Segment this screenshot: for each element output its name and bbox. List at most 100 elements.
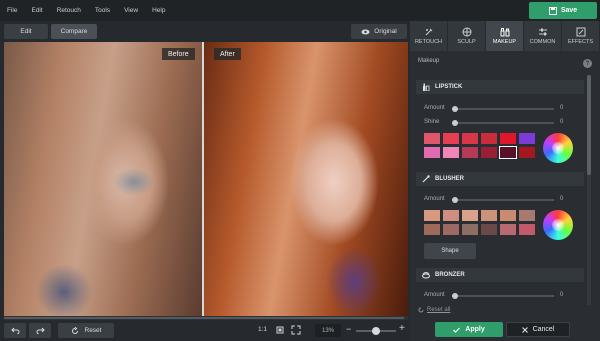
blusher-amount-slider[interactable] — [454, 199, 554, 201]
lipstick-swatch[interactable] — [424, 133, 440, 144]
tab-effects[interactable]: EFFECTS — [562, 21, 600, 51]
blusher-swatch[interactable] — [519, 210, 535, 221]
save-icon — [548, 6, 557, 15]
lipstick-swatch[interactable] — [462, 133, 478, 144]
tab-retouch-label: RETOUCH — [414, 39, 443, 45]
lipstick-swatch[interactable] — [481, 133, 497, 144]
blusher-color-wheel[interactable] — [543, 210, 573, 240]
tab-retouch[interactable]: RETOUCH — [410, 21, 448, 51]
redo-button[interactable] — [29, 323, 51, 338]
blusher-shape-button[interactable]: Shape — [424, 243, 476, 259]
lipstick-amount-label: Amount — [424, 105, 445, 111]
blusher-amount-value: 0 — [560, 196, 564, 202]
menu-retouch[interactable]: Retouch — [50, 7, 88, 14]
lipstick-swatch[interactable] — [424, 147, 440, 158]
lipstick-swatch[interactable] — [519, 133, 535, 144]
zoom-out-button[interactable]: − — [346, 324, 351, 334]
lipstick-shine-handle[interactable] — [452, 120, 458, 126]
undo-button[interactable] — [4, 323, 26, 338]
save-button[interactable]: Save — [529, 2, 597, 19]
tab-common-label: COMMON — [529, 39, 556, 45]
lipstick-shine-label: Shine — [424, 119, 440, 125]
lipstick-swatch[interactable] — [443, 133, 459, 144]
fit-screen-icon[interactable] — [275, 325, 285, 335]
fullscreen-icon[interactable] — [291, 325, 301, 335]
menu-edit[interactable]: Edit — [24, 7, 49, 14]
lipstick-swatch[interactable] — [443, 147, 459, 158]
compare-button[interactable]: Compare — [51, 24, 97, 39]
blusher-swatch[interactable] — [500, 210, 516, 221]
menu-view[interactable]: View — [117, 7, 145, 14]
compare-divider[interactable] — [202, 42, 204, 316]
menu-tools[interactable]: Tools — [88, 7, 117, 14]
bronzer-icon — [422, 272, 430, 279]
lipstick-color-wheel[interactable] — [543, 133, 573, 163]
reset-button[interactable]: Reset — [58, 323, 114, 338]
blusher-swatch[interactable] — [424, 224, 440, 235]
blusher-title: BLUSHER — [435, 176, 465, 182]
lipstick-section-header[interactable]: LIPSTICK — [416, 80, 584, 94]
zoom-percent-field[interactable]: 13% — [315, 324, 341, 337]
blusher-swatch[interactable] — [462, 224, 478, 235]
lipstick-shine-slider[interactable] — [454, 122, 554, 124]
blusher-amount-label: Amount — [424, 196, 445, 202]
reset-all-link[interactable]: Reset all — [418, 307, 450, 313]
lipstick-amount-handle[interactable] — [452, 106, 458, 112]
after-label: After — [214, 48, 241, 60]
after-photo — [204, 42, 408, 316]
tab-effects-label: EFFECTS — [567, 39, 594, 45]
zoom-actual-size[interactable]: 1:1 — [258, 326, 267, 333]
blusher-swatch[interactable] — [519, 224, 535, 235]
reset-label: Reset — [84, 327, 102, 334]
panel-scrollbar[interactable] — [587, 75, 591, 305]
original-label: Original — [374, 28, 397, 35]
zoom-slider-handle[interactable] — [372, 327, 380, 335]
tool-tabs: RETOUCH SCULP MAKEUP COMMON EFFECTS — [410, 21, 600, 51]
tab-common[interactable]: COMMON — [524, 21, 562, 51]
tab-makeup[interactable]: MAKEUP — [486, 21, 524, 51]
blusher-swatch[interactable] — [462, 210, 478, 221]
zoom-in-button[interactable]: + — [399, 323, 405, 334]
bottom-bar: Reset 1:1 13% − + — [0, 320, 410, 341]
scrollbar-thumb[interactable] — [4, 317, 404, 319]
tab-sculpt[interactable]: SCULP — [448, 21, 486, 51]
help-icon[interactable]: ? — [583, 59, 592, 68]
blusher-swatch[interactable] — [481, 210, 497, 221]
cancel-button[interactable]: Cancel — [506, 322, 570, 337]
lipstick-swatch[interactable] — [500, 133, 516, 144]
menu-help[interactable]: Help — [145, 7, 172, 14]
before-label: Before — [162, 48, 195, 60]
view-toolbar: Edit Compare Original — [0, 21, 410, 42]
photo-canvas[interactable]: Before After — [4, 42, 408, 316]
original-button[interactable]: Original — [351, 24, 407, 39]
blusher-swatch[interactable] — [500, 224, 516, 235]
cancel-label: Cancel — [532, 326, 555, 333]
blusher-section-header[interactable]: BLUSHER — [416, 172, 584, 186]
bronzer-amount-slider[interactable] — [454, 295, 554, 297]
effects-icon — [576, 27, 585, 37]
blusher-swatch[interactable] — [443, 210, 459, 221]
edit-button[interactable]: Edit — [4, 24, 48, 39]
bronzer-amount-value: 0 — [560, 292, 564, 298]
retouch-icon — [425, 28, 432, 36]
apply-button[interactable]: Apply — [435, 322, 503, 337]
lipstick-amount-slider[interactable] — [454, 108, 554, 110]
blusher-swatch[interactable] — [481, 224, 497, 235]
lipstick-swatch[interactable] — [519, 147, 535, 158]
lipstick-shine-value: 0 — [560, 119, 564, 125]
bronzer-amount-handle[interactable] — [452, 293, 458, 299]
reset-icon — [71, 326, 78, 334]
lipstick-swatch[interactable] — [499, 146, 517, 159]
menu-file[interactable]: File — [0, 7, 24, 14]
blusher-amount-handle[interactable] — [452, 197, 458, 203]
bronzer-title: BRONZER — [435, 272, 465, 278]
blusher-swatch[interactable] — [424, 210, 440, 221]
lipstick-swatch[interactable] — [462, 147, 478, 158]
blusher-swatch[interactable] — [443, 224, 459, 235]
bronzer-section-header[interactable]: BRONZER — [416, 268, 584, 282]
panel-scrollbar-thumb[interactable] — [587, 75, 591, 175]
tab-makeup-label: MAKEUP — [492, 39, 517, 45]
lipstick-swatch[interactable] — [481, 147, 497, 158]
brush-icon — [422, 175, 430, 183]
close-icon — [521, 326, 528, 333]
